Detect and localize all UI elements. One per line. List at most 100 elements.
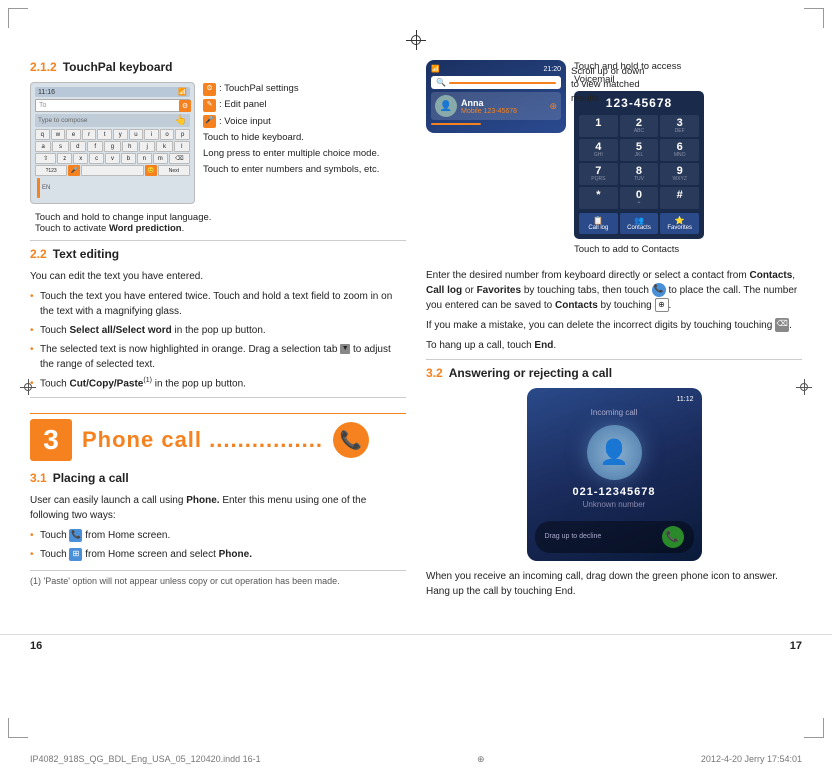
key-space[interactable] [81, 165, 144, 176]
dial-key-4-num: 4 [581, 142, 616, 153]
file-info-right: 2012-4-20 Jerry 17:54:01 [701, 754, 802, 765]
dial-key-star[interactable]: * [579, 187, 618, 209]
dial-key-hash[interactable]: # [660, 187, 699, 209]
key-x[interactable]: x [73, 153, 88, 164]
chapter-3-header: 3 Phone call ................ 📞 [30, 413, 406, 461]
section-2-2-body: You can edit the text you have entered. [30, 269, 406, 284]
key-s[interactable]: s [52, 141, 68, 152]
key-m[interactable]: m [153, 153, 168, 164]
key-y[interactable]: y [113, 129, 128, 140]
divider-1 [30, 240, 406, 241]
add-contacts-annotation: Touch to add to Contacts [574, 243, 694, 256]
phone-call-icon: 📞 [333, 422, 369, 458]
key-i[interactable]: i [144, 129, 159, 140]
dial-key-7[interactable]: 7 PQRS [579, 163, 618, 185]
save-contacts-icon: ⊕ [655, 298, 669, 312]
key-r[interactable]: r [82, 129, 97, 140]
key-backspace[interactable]: ⌫ [169, 153, 190, 164]
anna-avatar: 👤 [435, 95, 457, 117]
contact-row-anna[interactable]: 👤 Anna Mobile 123-45678 ⊕ [431, 92, 561, 120]
key-a[interactable]: a [35, 141, 51, 152]
dial-key-3[interactable]: 3 DEF [660, 115, 699, 137]
contact-screen: 📶 21:20 🔍 👤 Anna [426, 60, 566, 133]
section-2-1-2-num: 2.1.2 [30, 60, 57, 74]
key-n[interactable]: n [137, 153, 152, 164]
dial-key-5[interactable]: 5 JKL [620, 139, 659, 161]
call-log-btn[interactable]: 📋 Call log [579, 213, 618, 234]
key-k[interactable]: k [156, 141, 172, 152]
key-g[interactable]: g [104, 141, 120, 152]
call-log-label: Call log [580, 225, 617, 231]
place-call-body-1: Enter the desired number from keyboard d… [426, 268, 802, 313]
keyboard-row-1: q w e r t y u i o p [35, 129, 190, 140]
key-h[interactable]: h [122, 141, 138, 152]
section-3-2-num: 3.2 [426, 366, 443, 380]
incoming-time: 11:12 [677, 396, 694, 403]
dial-key-2-num: 2 [622, 118, 657, 129]
dial-key-6[interactable]: 6 MNO [660, 139, 699, 161]
annotation-edit-panel: ✎ : Edit panel [203, 98, 379, 112]
dial-key-2[interactable]: 2 ABC [620, 115, 659, 137]
keyboard-icon-indicators: ⚙ [179, 100, 191, 112]
dial-key-0[interactable]: 0 + [620, 187, 659, 209]
selection-tab-icon: ▼ [340, 344, 350, 354]
key-d[interactable]: d [70, 141, 86, 152]
incoming-call-wrapper: 11:12 Incoming call 👤 021-12345678 Unkno… [426, 388, 802, 561]
dial-key-5-letters: JKL [622, 153, 657, 158]
contact-action-icon[interactable]: ⊕ [549, 101, 557, 112]
favorites-btn[interactable]: ⭐ Favorites [660, 213, 699, 234]
contacts-btn[interactable]: 👥 Contacts [620, 213, 659, 234]
key-p[interactable]: p [175, 129, 190, 140]
key-c[interactable]: c [89, 153, 104, 164]
bullet-1-text: Touch the text you have entered twice. T… [40, 291, 392, 317]
contacts-label-text: Contacts [749, 270, 792, 281]
dial-key-8[interactable]: 8 TUV [620, 163, 659, 185]
delete-icon: ⌫ [775, 318, 789, 332]
key-f[interactable]: f [87, 141, 103, 152]
key-emoji[interactable]: 😊 [145, 165, 157, 176]
cut-copy-paste-label: Cut/Copy/Paste [69, 378, 143, 389]
contact-status-bar: 📶 21:20 [431, 65, 561, 73]
contact-dial-section: 📶 21:20 🔍 👤 Anna [426, 60, 802, 256]
section-3-1-title: Placing a call [53, 471, 129, 485]
key-voice[interactable]: 🎤 [68, 165, 80, 176]
key-next[interactable]: Next [158, 165, 190, 176]
drag-to-decline-text: Drag up to decline [545, 533, 602, 540]
key-shift[interactable]: ⇧ [35, 153, 56, 164]
keyboard-status-bar: 11:16 📶 [35, 87, 190, 97]
corner-mark-tr [804, 8, 824, 28]
phone-label: Phone. [186, 495, 219, 506]
key-u[interactable]: u [129, 129, 144, 140]
key-b[interactable]: b [121, 153, 136, 164]
dial-key-1[interactable]: 1 [579, 115, 618, 137]
section-2-1-2-header: 2.1.2 TouchPal keyboard [30, 60, 406, 74]
annotation-long-press-text: Long press to enter multiple choice mode… [203, 148, 379, 159]
orange-indicator-bar [431, 123, 481, 125]
call-log-label-text: Call log [426, 285, 462, 296]
dial-key-4[interactable]: 4 GHI [579, 139, 618, 161]
contact-search-bar[interactable]: 🔍 [431, 76, 561, 89]
key-123[interactable]: ?123 [35, 165, 67, 176]
keyboard-to-field[interactable]: To ⚙ [35, 99, 190, 112]
key-e[interactable]: e [66, 129, 81, 140]
dial-key-7-letters: PQRS [581, 177, 616, 182]
contacts-icon: 👥 [621, 216, 658, 225]
annotation-numbers-text: Touch to enter numbers and symbols, etc. [203, 164, 379, 175]
key-q[interactable]: q [35, 129, 50, 140]
grid-icon: ⊞ [69, 548, 82, 561]
key-t[interactable]: t [97, 129, 112, 140]
section-2-2-title: Text editing [53, 247, 119, 261]
corner-mark-tl [8, 8, 28, 28]
crosshair-circle [411, 35, 421, 45]
key-w[interactable]: w [51, 129, 66, 140]
page-numbers: 16 17 [0, 634, 832, 657]
footnote: (1) 'Paste' option will not appear unles… [30, 570, 406, 588]
key-o[interactable]: o [160, 129, 175, 140]
key-l[interactable]: l [174, 141, 190, 152]
dial-key-9[interactable]: 9 WXYZ [660, 163, 699, 185]
key-v[interactable]: v [105, 153, 120, 164]
key-j[interactable]: j [139, 141, 155, 152]
answer-call-btn[interactable]: 📞 [662, 526, 684, 548]
key-z[interactable]: z [57, 153, 72, 164]
keyboard-annotations: ⚙ : TouchPal settings ✎ : Edit panel 🎤 :… [203, 82, 379, 204]
